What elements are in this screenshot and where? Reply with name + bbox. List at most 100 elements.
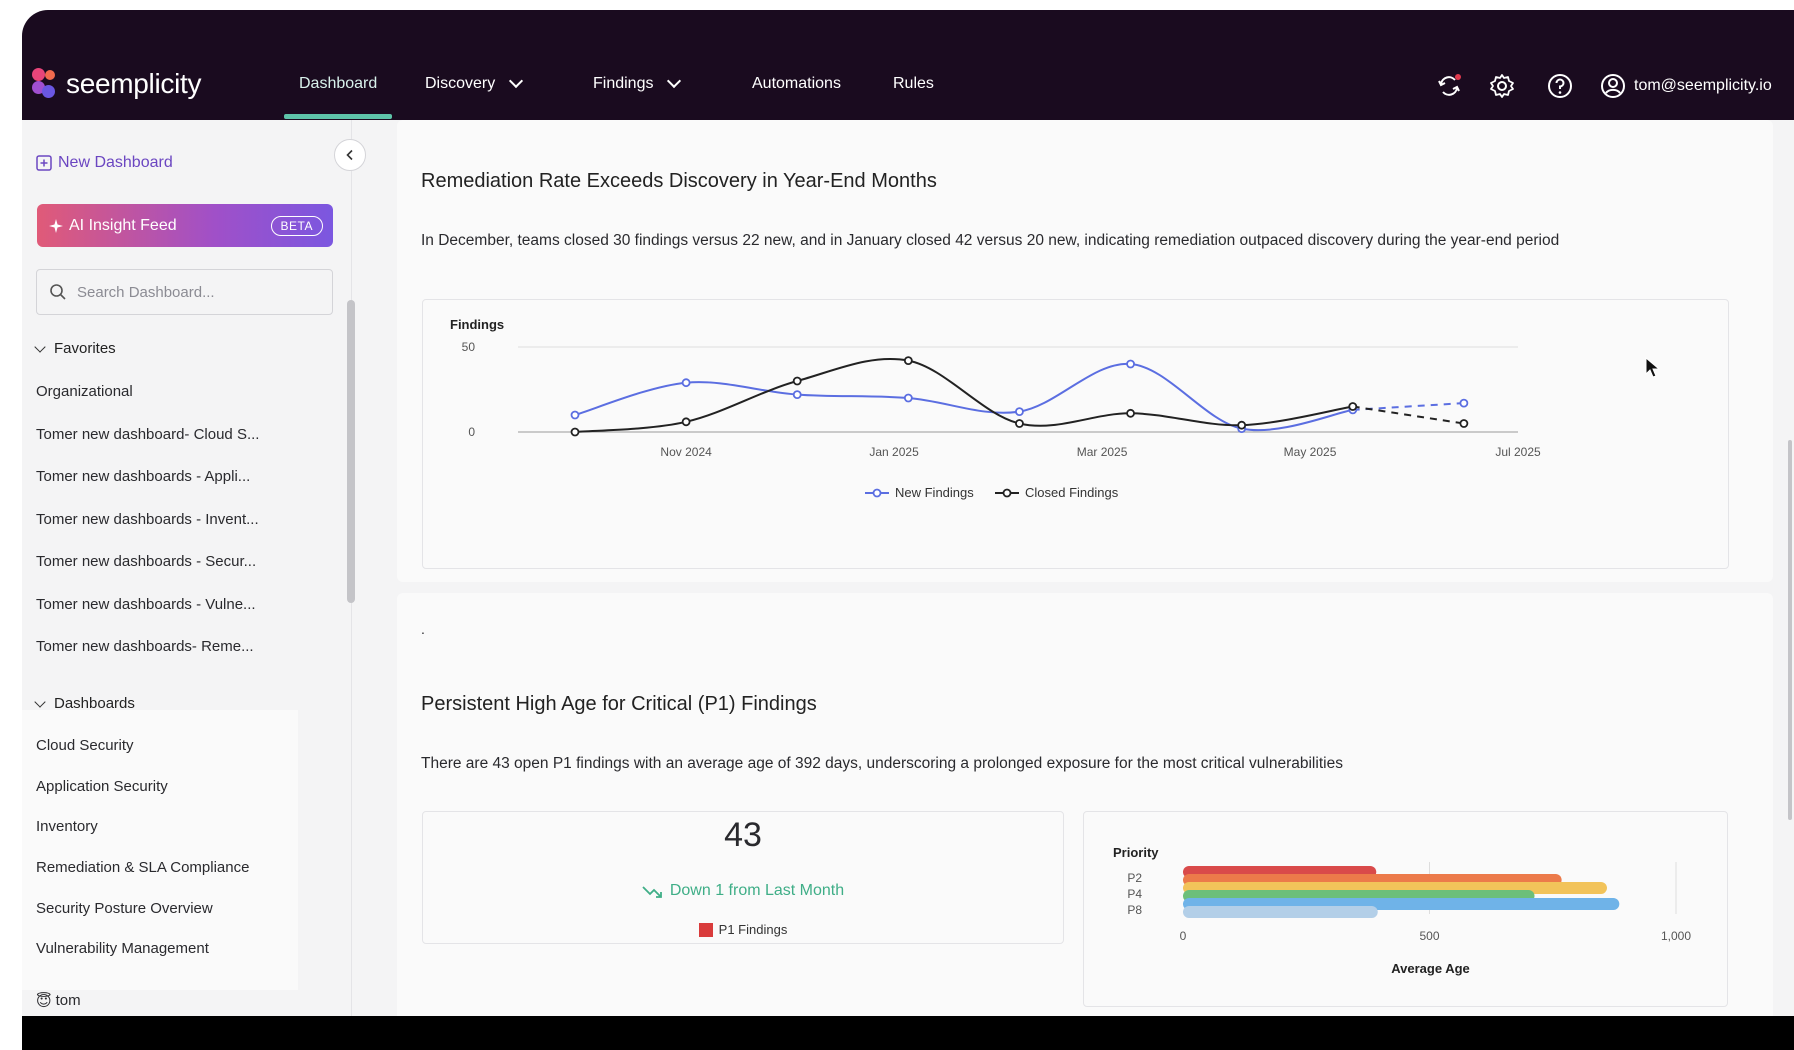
bottom-bar	[22, 1016, 1794, 1050]
favorite-item[interactable]: Tomer new dashboards - Appli...	[36, 468, 250, 485]
line-chart-panel: Findings 0 50 Nov 2024 Jan 2025 Mar 2025 May 2…	[422, 299, 1729, 569]
nav-findings-label: Findings	[593, 75, 654, 92]
favorite-item[interactable]: Tomer new dashboards - Vulne...	[36, 596, 256, 613]
favorite-item[interactable]: Organizational	[36, 383, 133, 400]
search-input[interactable]	[77, 283, 307, 301]
favorites-section-toggle[interactable]: Favorites	[34, 340, 116, 357]
nav-automations-label: Automations	[752, 75, 841, 92]
help-icon[interactable]	[1547, 73, 1573, 99]
gear-icon[interactable]	[1489, 73, 1515, 99]
y-tick-label: P4	[1127, 887, 1142, 901]
data-point	[1015, 407, 1024, 416]
logo-icon	[32, 68, 60, 100]
insight-card-remediation: Remediation Rate Exceeds Discovery in Ye…	[397, 120, 1773, 582]
x-tick-label: 500	[1419, 929, 1439, 943]
x-tick-label: Jul 2025	[1495, 445, 1541, 459]
insight-title: Persistent High Age for Critical (P1) Fi…	[421, 693, 817, 715]
x-tick-label: Mar 2025	[1077, 445, 1128, 459]
x-tick-label: Nov 2024	[660, 445, 712, 459]
dashboard-item[interactable]: Remediation & SLA Compliance	[36, 859, 249, 876]
series-line	[574, 357, 1353, 433]
data-point	[1126, 408, 1135, 418]
trending-down-icon	[642, 886, 662, 898]
dashboard-item[interactable]: Security Posture Overview	[36, 900, 213, 917]
bar-chart: Priority 0 500 1,000 Average Age P2 P4 P8	[1113, 845, 1691, 976]
y-tick-label: P2	[1127, 871, 1142, 885]
chevron-down-icon	[34, 695, 46, 708]
user-email: tom@seemplicity.io	[1634, 77, 1772, 94]
kpi-panel: 43 Down 1 from Last Month P1 Findings	[422, 811, 1064, 944]
new-dashboard-button[interactable]: New Dashboard	[36, 154, 173, 172]
favorite-item[interactable]: Tomer new dashboards - Secur...	[36, 553, 256, 570]
insight-description: There are 43 open P1 findings with an av…	[421, 755, 1343, 772]
bar-chart-panel: Priority 0 500 1,000 Average Age P2 P4 P8	[1083, 811, 1728, 1007]
series-forecast-line	[1352, 405, 1465, 425]
add-square-icon	[36, 155, 52, 171]
nav-discovery[interactable]: Discovery	[425, 73, 524, 93]
refresh-icon[interactable]	[1436, 73, 1462, 99]
logo[interactable]: seemplicity	[32, 68, 201, 100]
favorite-item[interactable]: Tomer new dashboard- Cloud S...	[36, 426, 259, 443]
nav-dashboard[interactable]: Dashboard	[299, 75, 377, 93]
dashboard-item[interactable]: Application Security	[36, 778, 168, 795]
sidebar-scrollbar[interactable]	[347, 300, 355, 603]
chevron-down-icon	[667, 73, 682, 89]
kpi-trend-label: Down 1 from Last Month	[669, 882, 845, 899]
beta-badge: BETA	[270, 215, 323, 236]
favorite-item[interactable]: Tomer new dashboards - Invent...	[36, 511, 259, 528]
ai-insight-feed-button[interactable]: AI Insight Feed BETA	[37, 204, 333, 247]
nav-findings[interactable]: Findings	[593, 73, 682, 93]
data-point	[570, 410, 580, 420]
line-chart: Findings 0 50 Nov 2024 Jan 2025 Mar 2025 May 2…	[450, 317, 1541, 500]
insight-title: Remediation Rate Exceeds Discovery in Ye…	[421, 170, 937, 192]
bar	[1183, 906, 1378, 918]
y-tick-label: 0	[468, 425, 475, 439]
legend-swatch	[698, 922, 713, 937]
sparkle-icon	[49, 218, 63, 233]
data-point	[792, 390, 802, 399]
kpi-legend-label: P1 Findings	[718, 922, 788, 937]
legend-label: Closed Findings	[1025, 485, 1119, 500]
favorites-label: Favorites	[54, 340, 116, 357]
favorite-item[interactable]: Tomer new dashboards- Reme...	[36, 638, 254, 655]
nav-rules-label: Rules	[893, 75, 934, 92]
kpi-legend: P1 Findings	[423, 922, 1063, 937]
kpi-trend: Down 1 from Last Month	[423, 882, 1063, 900]
data-point	[1237, 420, 1247, 430]
dashboard-item[interactable]: Vulnerability Management	[36, 940, 209, 957]
nav-rules[interactable]: Rules	[893, 75, 934, 93]
collapse-sidebar-button[interactable]	[334, 139, 366, 171]
nav-dashboard-label: Dashboard	[299, 75, 378, 92]
y-axis-title: Priority	[1113, 845, 1159, 860]
y-tick-label: P8	[1127, 903, 1142, 917]
insight-description: In December, teams closed 30 findings ve…	[421, 232, 1560, 249]
nav-automations[interactable]: Automations	[752, 75, 841, 93]
ai-insight-feed-label: AI Insight Feed	[69, 216, 177, 234]
dashboard-item[interactable]: Cloud Security	[36, 737, 134, 754]
legend-marker	[1002, 488, 1012, 498]
nav-discovery-label: Discovery	[425, 75, 496, 92]
user-emoji: 😇	[36, 993, 52, 1010]
data-point	[1459, 398, 1469, 408]
data-point	[792, 376, 802, 386]
user-avatar-icon	[1601, 74, 1625, 98]
insight-dot: .	[421, 621, 425, 637]
data-point	[1348, 402, 1358, 411]
main-scrollbar[interactable]	[1788, 440, 1792, 820]
user-name: tom	[55, 992, 81, 1009]
data-point	[681, 417, 691, 427]
data-point	[1459, 419, 1469, 428]
dashboard-item[interactable]: Inventory	[36, 818, 98, 835]
legend-marker	[872, 488, 882, 498]
data-point	[1126, 359, 1135, 369]
user-menu[interactable]: tom@seemplicity.io	[1600, 73, 1772, 99]
legend-label: New Findings	[895, 485, 974, 500]
mouse-cursor-icon	[1645, 357, 1661, 378]
x-axis-title: Average Age	[1391, 961, 1470, 976]
x-tick-label: 1,000	[1661, 929, 1691, 943]
app-window: seemplicity Dashboard Discovery Findings…	[22, 10, 1794, 1050]
y-axis-title: Findings	[450, 317, 504, 332]
user-profile-item[interactable]: 😇 tom	[36, 992, 81, 1010]
insight-card-p1-age: . Persistent High Age for Critical (P1) …	[397, 593, 1773, 1023]
search-icon	[50, 284, 66, 300]
